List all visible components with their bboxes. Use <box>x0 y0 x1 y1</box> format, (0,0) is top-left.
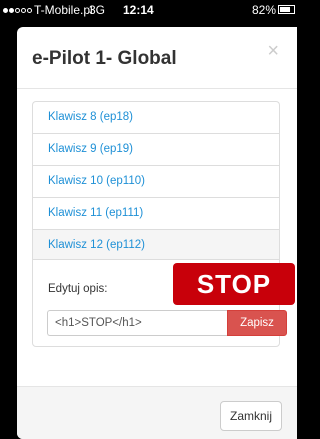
list-item-key-9[interactable]: Klawisz 9 (ep19) <box>32 133 280 165</box>
close-button[interactable]: Zamknij <box>220 401 282 431</box>
battery-percent: 82% <box>252 3 277 17</box>
key-editor-panel: Klawisz 12 (ep112) STOP Edytuj opis: Zap… <box>32 229 295 347</box>
battery-icon <box>278 5 295 14</box>
signal-strength-icon <box>3 0 32 20</box>
carrier-name: T-Mobile.pl <box>34 3 93 17</box>
modal-footer: Zamknij <box>17 386 297 439</box>
list-item-key-12[interactable]: Klawisz 12 (ep112) <box>33 230 279 260</box>
modal-dialog: e-Pilot 1- Global × Klawisz 8 (ep18) Kla… <box>17 27 297 439</box>
status-bar: T-Mobile.pl 3G 12:14 82% <box>0 0 297 20</box>
network-type: 3G <box>89 3 106 17</box>
modal-title: e-Pilot 1- Global <box>32 48 177 69</box>
list-item-key-11[interactable]: Klawisz 11 (ep111) <box>32 197 280 229</box>
description-input[interactable] <box>47 310 227 336</box>
list-item-key-10[interactable]: Klawisz 10 (ep110) <box>32 165 280 197</box>
description-input-group: Zapisz <box>47 310 287 336</box>
modal-header: e-Pilot 1- Global × <box>17 27 297 89</box>
clock: 12:14 <box>123 3 154 17</box>
save-button[interactable]: Zapisz <box>227 310 287 336</box>
edit-description-label: Edytuj opis: <box>48 283 108 295</box>
stop-preview: STOP <box>173 263 295 305</box>
list-item-key-8[interactable]: Klawisz 8 (ep18) <box>32 101 280 133</box>
close-icon[interactable]: × <box>267 41 279 61</box>
key-list: Klawisz 8 (ep18) Klawisz 9 (ep19) Klawis… <box>32 101 295 347</box>
